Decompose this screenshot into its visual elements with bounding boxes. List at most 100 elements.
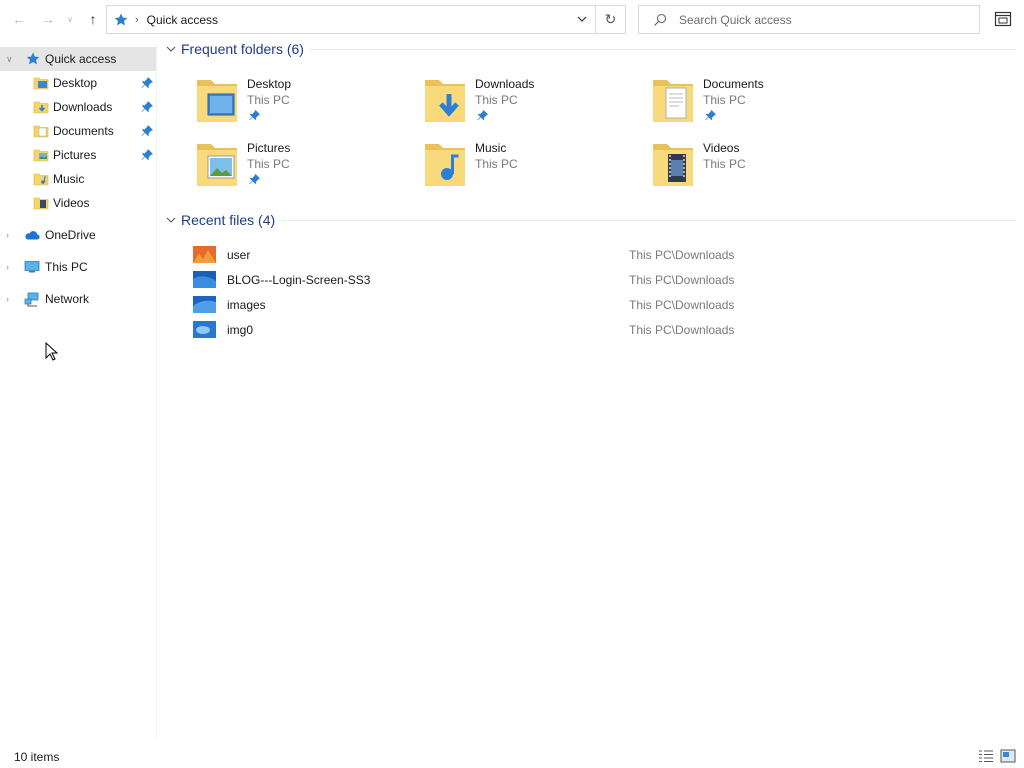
sidebar-item-this-pc[interactable]: › This PC (0, 255, 156, 279)
pin-icon (477, 109, 489, 121)
file-name: user (227, 248, 251, 262)
sidebar-item-label: Quick access (45, 52, 117, 66)
videos-folder-icon (653, 144, 693, 186)
sidebar-item-downloads[interactable]: Downloads (0, 95, 156, 119)
chevron-right-icon[interactable]: › (6, 294, 16, 304)
details-view-icon[interactable] (978, 749, 994, 763)
sidebar-item-onedrive[interactable]: › OneDrive (0, 223, 156, 247)
chevron-down-icon[interactable]: ∨ (6, 54, 16, 65)
sidebar-item-label: Downloads (53, 100, 113, 114)
pane-divider[interactable] (156, 44, 157, 738)
downloads-folder-icon (33, 101, 49, 114)
sidebar-item-desktop[interactable]: Desktop (0, 71, 156, 95)
file-path: This PC\Downloads (629, 273, 735, 287)
music-folder-icon (425, 144, 465, 186)
refresh-icon: ↻ (604, 11, 617, 27)
chevron-down-icon[interactable] (164, 213, 178, 227)
status-bar: 10 items (0, 744, 1024, 768)
search-input[interactable] (679, 12, 949, 27)
chevron-down-icon: ∨ (67, 14, 73, 24)
file-path: This PC\Downloads (629, 248, 735, 262)
sidebar-item-label: Music (53, 172, 85, 186)
sidebar-item-label: Pictures (53, 148, 97, 162)
folder-tile-downloads[interactable]: Downloads This PC (423, 72, 643, 132)
recent-file-row[interactable]: img0 This PC\Downloads (190, 319, 790, 341)
recent-file-row[interactable]: images This PC\Downloads (190, 294, 790, 316)
file-name: images (227, 298, 266, 312)
back-button[interactable]: ← (8, 8, 30, 30)
star-icon (26, 52, 40, 65)
folder-location: This PC (247, 93, 290, 107)
recent-file-row[interactable]: BLOG---Login-Screen-SS3 This PC\Download… (190, 269, 790, 291)
forward-button[interactable]: → (37, 8, 59, 30)
breadcrumb-separator[interactable]: › (135, 14, 139, 26)
large-icons-view-icon[interactable] (1000, 749, 1016, 763)
image-thumbnail-icon (193, 321, 216, 338)
folder-location: This PC (247, 157, 290, 171)
folder-location: This PC (703, 93, 746, 107)
pin-icon (705, 109, 717, 121)
file-name: BLOG---Login-Screen-SS3 (227, 273, 371, 287)
network-icon (24, 292, 39, 307)
arrow-right-icon: → (41, 11, 55, 27)
search-box[interactable] (638, 5, 980, 34)
frequent-folders-header[interactable]: Frequent folders (6) (164, 41, 1016, 57)
folder-name: Downloads (475, 77, 535, 91)
chevron-down-icon[interactable] (164, 42, 178, 56)
image-thumbnail-icon (193, 246, 216, 263)
folder-tile-documents[interactable]: Documents This PC (651, 72, 871, 132)
recent-files-header[interactable]: Recent files (4) (164, 212, 1016, 228)
navigation-bar: ← → ∨ ↑ › Quick access ↻ (0, 0, 1024, 40)
group-title: Recent files (4) (181, 212, 276, 228)
folder-name: Pictures (247, 141, 291, 155)
address-dropdown-icon[interactable] (575, 12, 589, 26)
up-button[interactable]: ↑ (82, 8, 104, 30)
videos-folder-icon (33, 197, 49, 210)
image-thumbnail-icon (193, 271, 216, 288)
arrow-up-icon: ↑ (89, 11, 97, 27)
sidebar-item-music[interactable]: Music (0, 167, 156, 191)
folder-name: Videos (703, 141, 740, 155)
sidebar-item-documents[interactable]: Documents (0, 119, 156, 143)
music-folder-icon (33, 173, 49, 186)
group-divider (281, 219, 1016, 221)
sidebar-item-label: This PC (45, 260, 88, 274)
sidebar-item-pictures[interactable]: Pictures (0, 143, 156, 167)
recent-locations-button[interactable]: ∨ (63, 8, 77, 30)
preview-pane-icon[interactable] (994, 10, 1012, 28)
folder-location: This PC (475, 157, 518, 171)
pin-icon (141, 101, 153, 112)
sidebar-item-label: Network (45, 292, 90, 306)
downloads-folder-icon (425, 80, 465, 122)
folder-location: This PC (703, 157, 746, 171)
folder-name: Documents (703, 77, 764, 91)
sidebar-item-videos[interactable]: Videos (0, 191, 156, 215)
address-bar[interactable]: › Quick access (106, 5, 596, 34)
pin-icon (141, 77, 153, 88)
pictures-folder-icon (197, 144, 237, 186)
file-path: This PC\Downloads (629, 298, 735, 312)
sidebar-item-quick-access[interactable]: ∨ Quick access (0, 47, 156, 71)
chevron-right-icon[interactable]: › (6, 230, 16, 240)
chevron-right-icon[interactable]: › (6, 262, 16, 272)
folder-location: This PC (475, 93, 518, 107)
folder-tile-music[interactable]: Music This PC (423, 136, 643, 196)
refresh-button[interactable]: ↻ (596, 5, 626, 34)
breadcrumb-location[interactable]: Quick access (147, 13, 218, 27)
sidebar-item-label: Documents (53, 124, 114, 138)
onedrive-cloud-icon (25, 231, 40, 240)
search-icon (654, 13, 667, 26)
folder-name: Desktop (247, 77, 292, 91)
documents-folder-icon (653, 80, 693, 122)
folder-tile-pictures[interactable]: Pictures This PC (195, 136, 415, 196)
sidebar-item-label: Desktop (53, 76, 98, 90)
folder-tile-videos[interactable]: Videos This PC (651, 136, 871, 196)
pin-icon (141, 149, 153, 160)
pictures-folder-icon (33, 149, 49, 162)
navigation-pane: ∨ Quick access Desktop Downloads Documen (0, 44, 156, 738)
folder-tile-desktop[interactable]: Desktop This PC (195, 72, 415, 132)
image-thumbnail-icon (193, 296, 216, 313)
sidebar-item-network[interactable]: › Network (0, 287, 156, 311)
mouse-cursor-icon (45, 342, 59, 361)
recent-file-row[interactable]: user This PC\Downloads (190, 244, 790, 266)
